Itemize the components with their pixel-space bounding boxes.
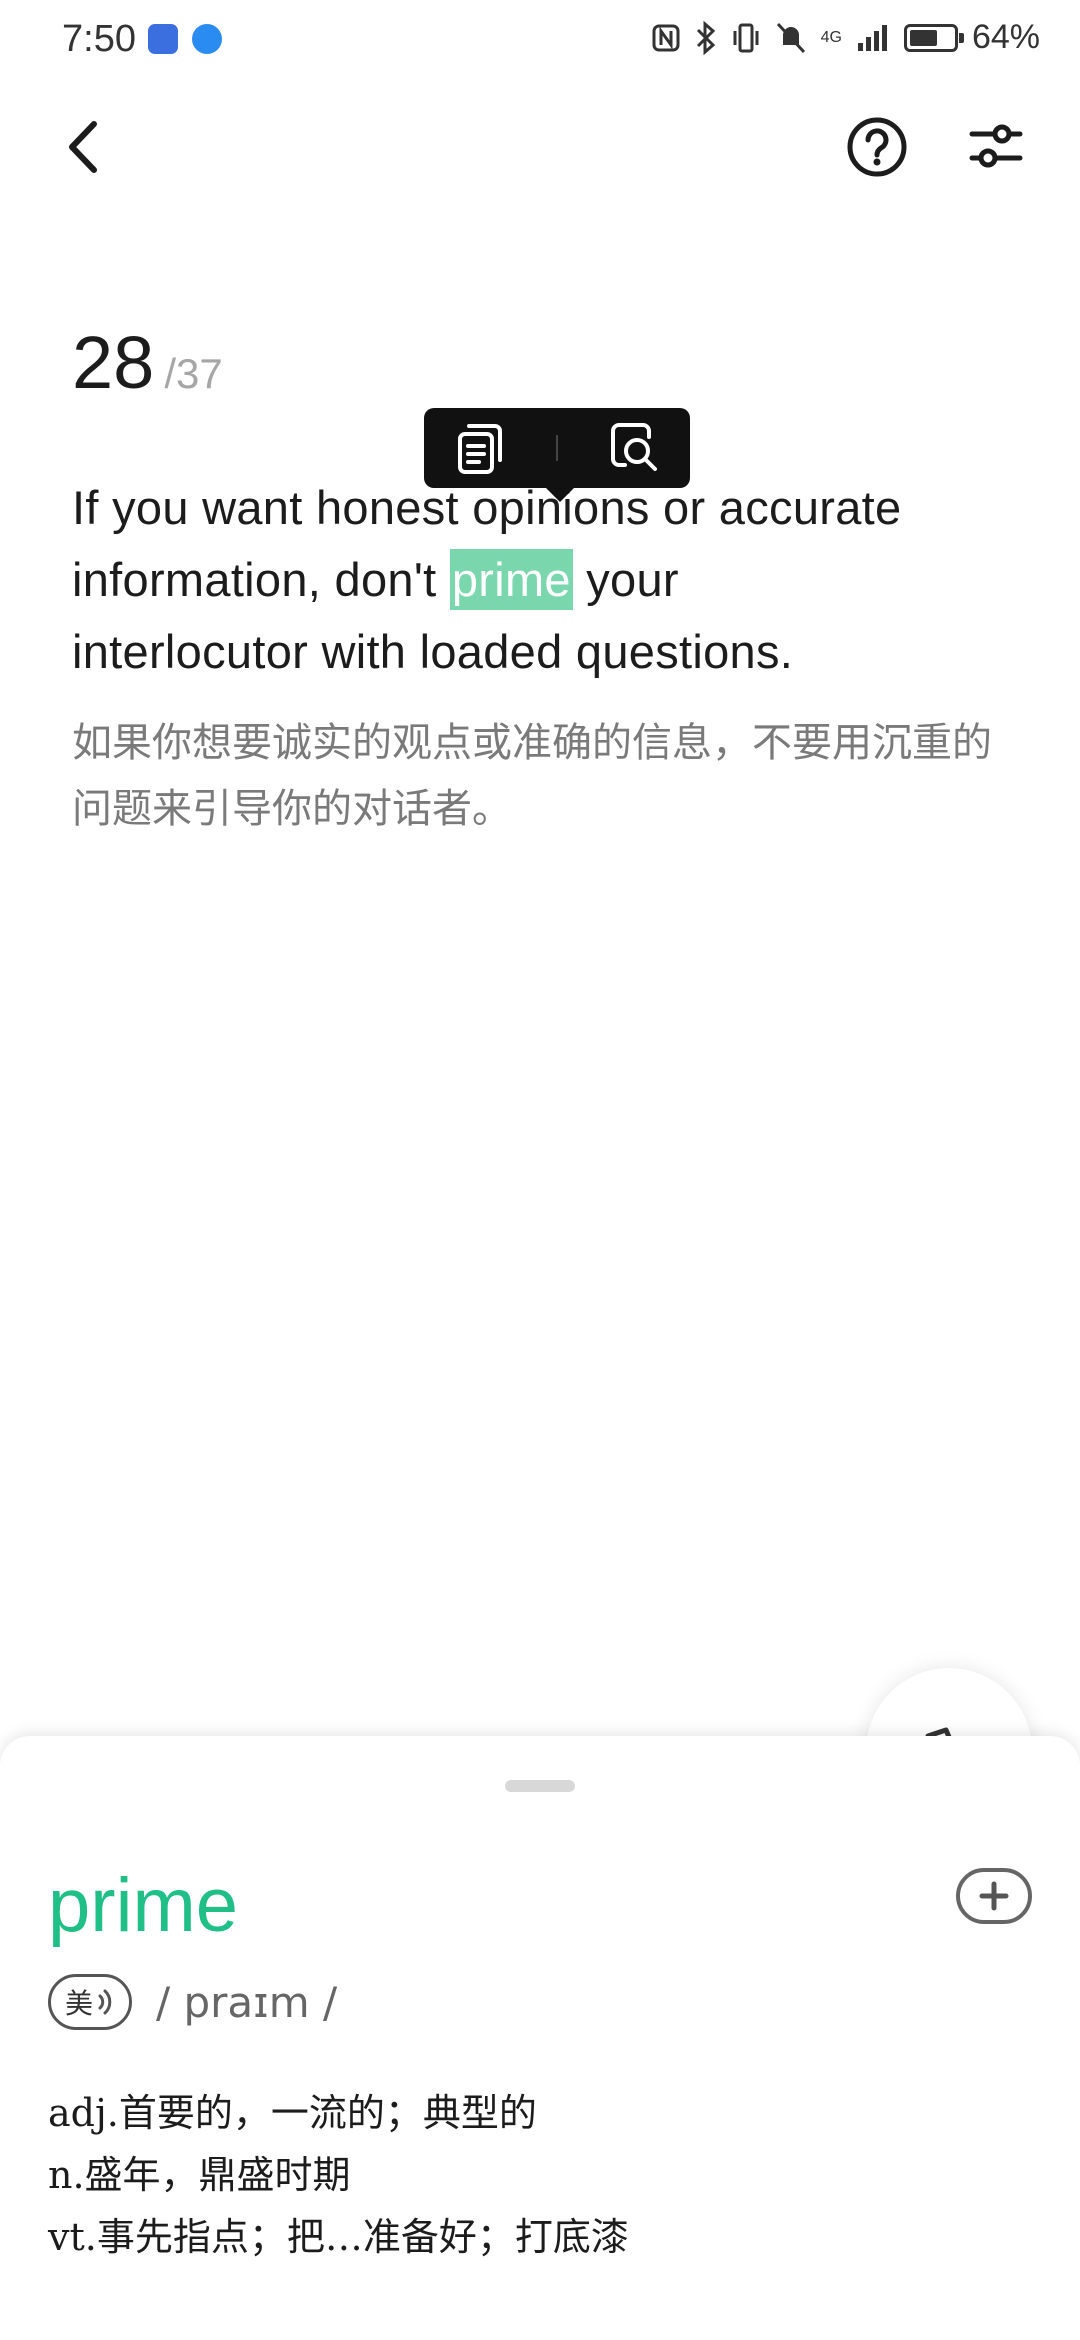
status-time: 7:50	[62, 18, 136, 60]
sliders-icon	[969, 124, 1023, 168]
app-notification-icon	[148, 24, 178, 54]
settings-button[interactable]	[968, 118, 1024, 174]
counter-current: 28	[72, 321, 155, 404]
sentence-line: information, don't prime your	[72, 544, 1032, 616]
sentence-counter: 28 /37	[72, 320, 223, 405]
battery-percent: 64%	[971, 18, 1040, 56]
back-button[interactable]	[54, 112, 114, 187]
pronunciation-row: 美 / praɪm /	[48, 1974, 337, 2030]
definition-item: vt.事先指点；把…准备好；打底漆	[48, 2215, 629, 2259]
status-bar: 7:50 4G 64%	[0, 0, 1080, 84]
definition-item: n.盛年，鼎盛时期	[48, 2153, 351, 2197]
browser-notification-icon	[192, 24, 222, 54]
copy-button[interactable]	[445, 413, 515, 483]
chinese-translation: 如果你想要诚实的观点或准确的信息，不要用沉重的问题来引导你的对话者。	[72, 720, 992, 832]
accent-label: 美	[64, 1987, 93, 2020]
selection-popup	[424, 408, 690, 502]
chevron-left-icon	[69, 121, 97, 173]
counter-total: /37	[164, 350, 223, 397]
lookup-button[interactable]	[599, 413, 669, 483]
battery-icon	[903, 23, 964, 52]
drag-handle[interactable]	[505, 1780, 575, 1792]
vibrate-icon	[733, 23, 759, 52]
search-document-icon	[611, 423, 658, 471]
english-sentence: If you want honest opinions or accurate …	[72, 472, 1032, 688]
definitions-list: adj.首要的，一流的；典型的 n.盛年，鼎盛时期 vt.事先指点；把…准备好；…	[48, 2082, 629, 2268]
us-pronunciation-button[interactable]: 美	[48, 1974, 132, 2030]
selected-word[interactable]: prime	[449, 549, 573, 610]
sentence-line: interlocutor with loaded questions.	[72, 625, 794, 678]
speaker-icon	[98, 1989, 112, 2015]
popup-divider	[555, 435, 558, 461]
copy-icon	[457, 424, 502, 474]
word-title: prime	[48, 1863, 239, 1948]
help-button[interactable]	[846, 116, 908, 178]
definition-item: adj.首要的，一流的；典型的	[48, 2091, 537, 2135]
signal-icon	[857, 24, 887, 51]
sentence-text: information, don't	[72, 553, 450, 606]
nfc-icon	[652, 24, 680, 51]
bluetooth-icon	[696, 20, 715, 55]
status-indicators: 4G 64%	[651, 18, 1040, 57]
add-word-button[interactable]	[956, 1868, 1032, 1924]
word-definition-sheet: prime 美 / praɪm / adj.首要的，一流的；典型的 n.盛年，鼎…	[0, 1736, 1080, 2340]
question-circle-icon	[847, 117, 907, 177]
sentence-text: your	[572, 553, 679, 606]
mute-icon	[776, 22, 805, 53]
plus-circle-icon	[979, 1881, 1009, 1911]
phonetic-text: / praɪm /	[156, 1977, 338, 2027]
network-type: 4G	[820, 28, 842, 46]
